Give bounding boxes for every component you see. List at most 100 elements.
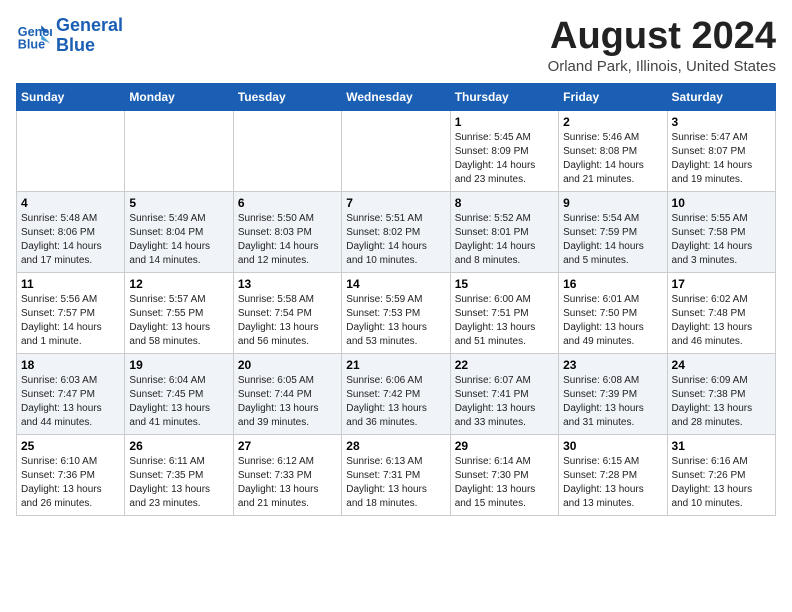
col-header-thursday: Thursday — [450, 83, 558, 110]
calendar-cell: 17 Sunrise: 6:02 AM Sunset: 7:48 PM Dayli… — [667, 272, 775, 353]
col-header-saturday: Saturday — [667, 83, 775, 110]
calendar-cell: 26 Sunrise: 6:11 AM Sunset: 7:35 PM Dayli… — [125, 434, 233, 515]
calendar-cell: 31 Sunrise: 6:16 AM Sunset: 7:26 PM Dayli… — [667, 434, 775, 515]
day-info: Sunrise: 5:56 AM Sunset: 7:57 PM Dayligh… — [21, 293, 120, 349]
calendar-cell: 25 Sunrise: 6:10 AM Sunset: 7:36 PM Dayli… — [17, 434, 125, 515]
calendar-cell: 5 Sunrise: 5:49 AM Sunset: 8:04 PM Daylig… — [125, 191, 233, 272]
calendar-week-2: 4 Sunrise: 5:48 AM Sunset: 8:06 PM Daylig… — [17, 191, 776, 272]
day-info: Sunrise: 5:50 AM Sunset: 8:03 PM Dayligh… — [238, 212, 337, 268]
day-number: 7 — [346, 196, 445, 210]
day-number: 19 — [129, 358, 228, 372]
calendar-cell — [233, 110, 341, 191]
calendar-cell: 12 Sunrise: 5:57 AM Sunset: 7:55 PM Dayli… — [125, 272, 233, 353]
calendar-cell: 24Sunrise: 6:09 AM Sunset: 7:38 PM Dayli… — [667, 353, 775, 434]
day-number: 12 — [129, 277, 228, 291]
day-info: Sunrise: 6:16 AM Sunset: 7:26 PM Dayligh… — [672, 455, 771, 511]
day-info: Sunrise: 5:59 AM Sunset: 7:53 PM Dayligh… — [346, 293, 445, 349]
day-info: Sunrise: 6:06 AM Sunset: 7:42 PM Dayligh… — [346, 374, 445, 430]
day-info: Sunrise: 6:00 AM Sunset: 7:51 PM Dayligh… — [455, 293, 554, 349]
day-number: 31 — [672, 439, 771, 453]
header: General Blue General Blue August 2024 Or… — [16, 16, 776, 75]
title-area: August 2024 Orland Park, Illinois, Unite… — [548, 16, 776, 75]
day-number: 28 — [346, 439, 445, 453]
day-info: Sunrise: 6:04 AM Sunset: 7:45 PM Dayligh… — [129, 374, 228, 430]
day-number: 25 — [21, 439, 120, 453]
day-info: Sunrise: 6:11 AM Sunset: 7:35 PM Dayligh… — [129, 455, 228, 511]
day-info: Sunrise: 6:02 AM Sunset: 7:48 PM Dayligh… — [672, 293, 771, 349]
day-number: 22 — [455, 358, 554, 372]
day-info: Sunrise: 5:54 AM Sunset: 7:59 PM Dayligh… — [563, 212, 662, 268]
day-number: 16 — [563, 277, 662, 291]
calendar-cell: 27Sunrise: 6:12 AM Sunset: 7:33 PM Dayli… — [233, 434, 341, 515]
day-info: Sunrise: 6:05 AM Sunset: 7:44 PM Dayligh… — [238, 374, 337, 430]
calendar-table: SundayMondayTuesdayWednesdayThursdayFrid… — [16, 83, 776, 516]
calendar-cell — [342, 110, 450, 191]
calendar-cell: 16 Sunrise: 6:01 AM Sunset: 7:50 PM Dayli… — [559, 272, 667, 353]
day-number: 17 — [672, 277, 771, 291]
logo-line2: Blue — [56, 35, 95, 55]
calendar-title: August 2024 — [548, 16, 776, 58]
calendar-week-3: 11 Sunrise: 5:56 AM Sunset: 7:57 PM Dayli… — [17, 272, 776, 353]
calendar-cell: 7 Sunrise: 5:51 AM Sunset: 8:02 PM Daylig… — [342, 191, 450, 272]
calendar-body: 1 Sunrise: 5:45 AM Sunset: 8:09 PM Daylig… — [17, 110, 776, 515]
calendar-cell: 18Sunrise: 6:03 AM Sunset: 7:47 PM Dayli… — [17, 353, 125, 434]
calendar-cell: 3Sunrise: 5:47 AM Sunset: 8:07 PM Daylig… — [667, 110, 775, 191]
col-header-sunday: Sunday — [17, 83, 125, 110]
col-header-monday: Monday — [125, 83, 233, 110]
calendar-cell: 20Sunrise: 6:05 AM Sunset: 7:44 PM Dayli… — [233, 353, 341, 434]
logo-icon: General Blue — [16, 18, 52, 54]
calendar-cell — [17, 110, 125, 191]
calendar-cell: 21Sunrise: 6:06 AM Sunset: 7:42 PM Dayli… — [342, 353, 450, 434]
day-number: 23 — [563, 358, 662, 372]
day-info: Sunrise: 5:48 AM Sunset: 8:06 PM Dayligh… — [21, 212, 120, 268]
calendar-cell: 19 Sunrise: 6:04 AM Sunset: 7:45 PM Dayli… — [125, 353, 233, 434]
day-info: Sunrise: 5:57 AM Sunset: 7:55 PM Dayligh… — [129, 293, 228, 349]
calendar-cell: 6 Sunrise: 5:50 AM Sunset: 8:03 PM Daylig… — [233, 191, 341, 272]
day-number: 10 — [672, 196, 771, 210]
day-number: 30 — [563, 439, 662, 453]
calendar-cell: 11 Sunrise: 5:56 AM Sunset: 7:57 PM Dayli… — [17, 272, 125, 353]
day-number: 9 — [563, 196, 662, 210]
day-number: 5 — [129, 196, 228, 210]
day-info: Sunrise: 6:10 AM Sunset: 7:36 PM Dayligh… — [21, 455, 120, 511]
col-header-tuesday: Tuesday — [233, 83, 341, 110]
day-info: Sunrise: 6:01 AM Sunset: 7:50 PM Dayligh… — [563, 293, 662, 349]
calendar-week-5: 25 Sunrise: 6:10 AM Sunset: 7:36 PM Dayli… — [17, 434, 776, 515]
day-number: 24 — [672, 358, 771, 372]
day-info: Sunrise: 6:08 AM Sunset: 7:39 PM Dayligh… — [563, 374, 662, 430]
day-number: 15 — [455, 277, 554, 291]
calendar-week-4: 18Sunrise: 6:03 AM Sunset: 7:47 PM Dayli… — [17, 353, 776, 434]
day-number: 1 — [455, 115, 554, 129]
day-number: 26 — [129, 439, 228, 453]
day-number: 11 — [21, 277, 120, 291]
col-header-wednesday: Wednesday — [342, 83, 450, 110]
day-info: Sunrise: 6:14 AM Sunset: 7:30 PM Dayligh… — [455, 455, 554, 511]
calendar-cell: 22Sunrise: 6:07 AM Sunset: 7:41 PM Dayli… — [450, 353, 558, 434]
day-number: 29 — [455, 439, 554, 453]
day-info: Sunrise: 5:47 AM Sunset: 8:07 PM Dayligh… — [672, 131, 771, 187]
calendar-cell: 4 Sunrise: 5:48 AM Sunset: 8:06 PM Daylig… — [17, 191, 125, 272]
day-info: Sunrise: 6:15 AM Sunset: 7:28 PM Dayligh… — [563, 455, 662, 511]
day-number: 6 — [238, 196, 337, 210]
col-header-friday: Friday — [559, 83, 667, 110]
calendar-cell: 10 Sunrise: 5:55 AM Sunset: 7:58 PM Dayli… — [667, 191, 775, 272]
day-info: Sunrise: 5:45 AM Sunset: 8:09 PM Dayligh… — [455, 131, 554, 187]
calendar-cell: 29 Sunrise: 6:14 AM Sunset: 7:30 PM Dayli… — [450, 434, 558, 515]
day-info: Sunrise: 5:58 AM Sunset: 7:54 PM Dayligh… — [238, 293, 337, 349]
day-info: Sunrise: 5:55 AM Sunset: 7:58 PM Dayligh… — [672, 212, 771, 268]
calendar-cell: 8Sunrise: 5:52 AM Sunset: 8:01 PM Daylig… — [450, 191, 558, 272]
day-number: 13 — [238, 277, 337, 291]
logo: General Blue General Blue — [16, 16, 123, 56]
day-info: Sunrise: 5:49 AM Sunset: 8:04 PM Dayligh… — [129, 212, 228, 268]
calendar-cell: 30 Sunrise: 6:15 AM Sunset: 7:28 PM Dayli… — [559, 434, 667, 515]
calendar-cell: 2Sunrise: 5:46 AM Sunset: 8:08 PM Daylig… — [559, 110, 667, 191]
calendar-cell: 14Sunrise: 5:59 AM Sunset: 7:53 PM Dayli… — [342, 272, 450, 353]
day-info: Sunrise: 5:51 AM Sunset: 8:02 PM Dayligh… — [346, 212, 445, 268]
day-info: Sunrise: 6:12 AM Sunset: 7:33 PM Dayligh… — [238, 455, 337, 511]
day-number: 4 — [21, 196, 120, 210]
calendar-cell: 9 Sunrise: 5:54 AM Sunset: 7:59 PM Daylig… — [559, 191, 667, 272]
calendar-header: SundayMondayTuesdayWednesdayThursdayFrid… — [17, 83, 776, 110]
calendar-cell: 13 Sunrise: 5:58 AM Sunset: 7:54 PM Dayli… — [233, 272, 341, 353]
svg-text:Blue: Blue — [18, 37, 45, 51]
day-info: Sunrise: 6:13 AM Sunset: 7:31 PM Dayligh… — [346, 455, 445, 511]
